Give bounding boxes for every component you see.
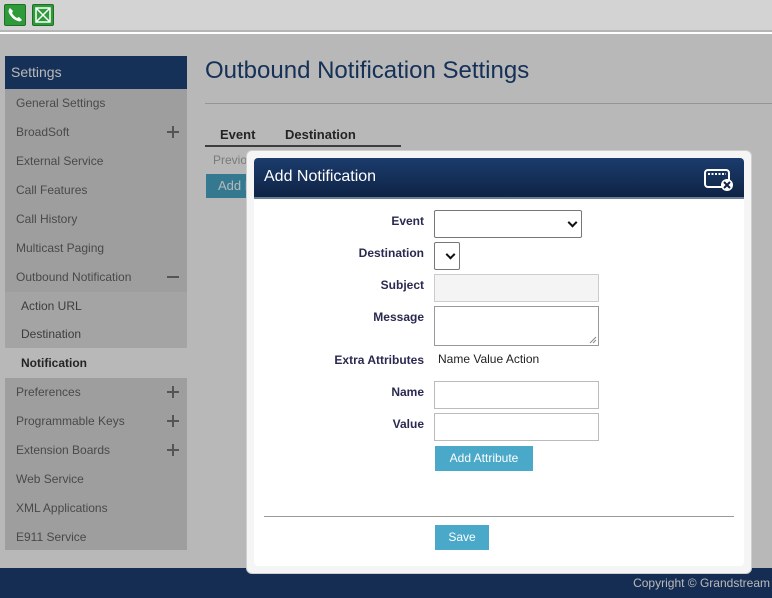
destination-select[interactable] [434, 242, 460, 270]
close-window-icon[interactable] [704, 166, 734, 192]
phone-icon[interactable] [4, 4, 26, 26]
name-label: Name [391, 385, 424, 399]
subject-input[interactable] [434, 274, 599, 302]
dialog-header: Add Notification [254, 158, 744, 199]
top-toolbar [0, 0, 772, 32]
add-notification-dialog: Add Notification Event Destination Subje… [254, 158, 744, 566]
event-label: Event [391, 214, 424, 228]
destination-label: Destination [358, 246, 424, 260]
subject-label: Subject [380, 278, 424, 292]
dialog-title: Add Notification [264, 168, 377, 185]
contact-card-icon[interactable] [32, 4, 54, 26]
message-label: Message [373, 310, 424, 324]
event-select[interactable] [434, 210, 582, 238]
value-label: Value [392, 417, 424, 431]
message-textarea[interactable] [434, 306, 599, 346]
save-button[interactable]: Save [435, 525, 489, 550]
add-attribute-button[interactable]: Add Attribute [435, 446, 533, 471]
chevron-down-icon [445, 249, 456, 260]
extra-attributes-columns: Name Value Action [438, 352, 540, 366]
chevron-down-icon [567, 217, 578, 228]
dialog-divider [264, 516, 734, 517]
value-input[interactable] [434, 413, 599, 441]
extra-attributes-label: Extra Attributes [334, 353, 424, 367]
resize-grip-icon[interactable] [589, 336, 597, 344]
name-input[interactable] [434, 381, 599, 409]
